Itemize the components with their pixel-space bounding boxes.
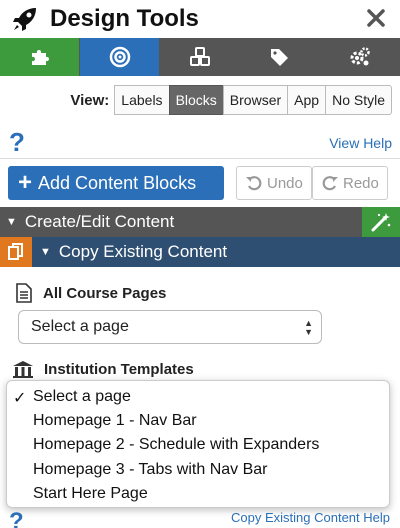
gears-icon [350,47,371,66]
puzzle-icon [31,50,49,65]
help-icon[interactable]: ? [9,508,24,528]
checkmark-icon: ✓ [13,390,27,407]
caret-down-icon: ▼ [6,216,17,228]
institution-templates-label: Institution Templates [44,360,194,378]
tab-cubes[interactable] [160,38,241,76]
header: Design Tools [0,0,400,38]
view-no-style-button[interactable]: No Style [325,85,392,115]
course-page-select-value: Select a page [31,318,129,335]
create-edit-label: Create/Edit Content [24,212,175,231]
tab-puzzle[interactable] [0,38,81,76]
dropdown-option[interactable]: Start Here Page [7,482,389,506]
document-icon [16,283,32,303]
cubes-icon [190,47,210,66]
redo-button[interactable]: Redo [312,166,388,200]
view-selector: View: Labels Blocks Browser App No Style [70,85,392,115]
tab-tags[interactable] [240,38,321,76]
institution-templates-heading: Institution Templates [12,360,194,378]
divider [0,158,400,159]
redo-label: Redo [343,174,379,192]
undo-icon [246,176,262,191]
create-edit-section[interactable]: ▼ Create/Edit Content [0,207,400,237]
tool-tabs [0,38,400,76]
help-icon[interactable]: ? [9,127,25,158]
dropdown-option[interactable]: Homepage 1 - Nav Bar [7,409,389,433]
redo-icon [322,176,338,191]
magic-wand-icon [371,213,391,232]
dropdown-option[interactable]: ✓ Select a page [7,385,389,409]
view-blocks-button[interactable]: Blocks [168,85,224,115]
tab-target[interactable] [80,38,161,76]
close-icon[interactable] [366,8,386,28]
caret-down-icon: ▼ [40,246,51,258]
all-course-pages-heading: All Course Pages [15,283,166,303]
magic-wand-button[interactable] [362,207,400,237]
plus-icon: + [18,169,33,196]
view-labels-button[interactable]: Labels [114,85,170,115]
option-label: Homepage 1 - Nav Bar [33,412,197,430]
tab-gears[interactable] [320,38,400,76]
undo-label: Undo [267,174,303,192]
institution-template-dropdown[interactable]: ✓ Select a page Homepage 1 - Nav Bar Hom… [6,380,390,508]
copy-docs-icon [0,237,32,267]
dropdown-option[interactable]: Homepage 2 - Schedule with Expanders [7,433,389,457]
option-label: Homepage 3 - Tabs with Nav Bar [33,460,268,478]
add-content-blocks-button[interactable]: + Add Content Blocks [8,166,224,200]
institution-icon [13,361,33,378]
view-browser-button[interactable]: Browser [222,85,289,115]
app-title: Design Tools [50,5,199,32]
copy-existing-label: Copy Existing Content [58,242,228,261]
undo-button[interactable]: Undo [236,166,312,200]
option-label: Homepage 2 - Schedule with Expanders [33,436,320,454]
copy-existing-section[interactable]: ▼ Copy Existing Content [0,237,400,267]
dropdown-option[interactable]: Homepage 3 - Tabs with Nav Bar [7,458,389,482]
add-content-blocks-label: Add Content Blocks [38,172,197,193]
view-app-button[interactable]: App [287,85,327,115]
option-label: Start Here Page [33,484,148,502]
select-arrows-icon: ▲ ▼ [304,318,313,337]
target-icon [109,46,131,68]
option-label: Select a page [33,388,131,406]
course-page-select[interactable]: Select a page ▲ ▼ [18,310,322,344]
tags-icon [271,49,289,66]
copy-existing-help-link[interactable]: Copy Existing Content Help [231,510,390,525]
rocket-icon [13,8,36,31]
all-course-pages-label: All Course Pages [43,284,167,302]
view-help-link[interactable]: View Help [329,135,392,151]
view-label: View: [70,91,110,109]
